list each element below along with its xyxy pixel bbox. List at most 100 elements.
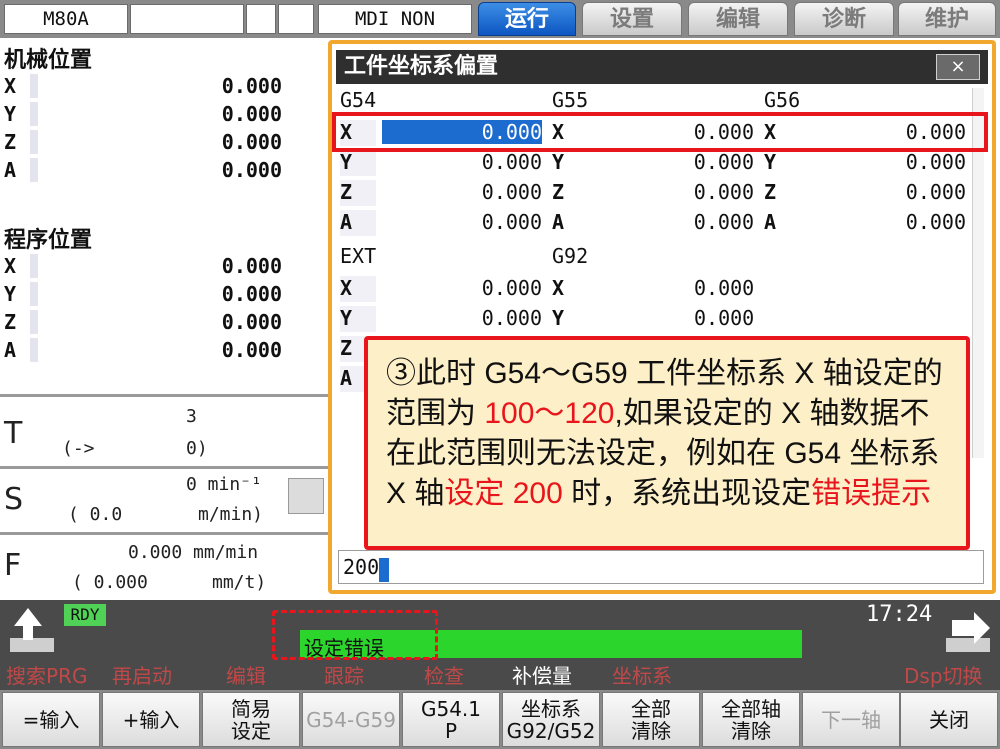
divider [0,466,328,469]
offset-axis-label: A [340,210,353,234]
group-header-g56: G56 [764,88,801,112]
tab-edit[interactable]: 编辑 [688,2,788,36]
offset-value-g56-y[interactable]: 0.000 [806,150,966,174]
offset-value-g56-z[interactable]: 0.000 [806,180,966,204]
status-cell-3 [278,4,314,34]
softkey-plus-input[interactable]: +输入 [102,692,200,747]
machine-axis-value: 0.000 [221,74,282,98]
status-bar: RDY 设定错误 17:24 [0,600,1000,662]
g92-axis-label: Y [552,306,565,330]
offset-value-g54-a[interactable]: 0.000 [382,210,542,234]
func-label-check: 检查 [424,664,464,688]
softkey-bar: =输入 +输入 简易 设定 G54-G59 G54.1 P 坐标系 G92/G5… [0,690,1000,749]
x-row-highlight [332,112,988,152]
offset-value-g55-y[interactable]: 0.000 [594,150,754,174]
offset-value-g56-a[interactable]: 0.000 [806,210,966,234]
value-input[interactable]: 200 [338,550,984,584]
axis-bar [30,254,38,278]
softkey-equal-input[interactable]: =输入 [2,692,100,747]
machine-axis-value: 0.000 [221,102,282,126]
g92-header: G92 [552,244,589,268]
softkey-coordinate-g92-g52[interactable]: 坐标系 G92/G52 [502,692,600,747]
tool-sub-right: 0) [186,438,208,459]
offset-axis-label: Z [340,180,353,204]
softkey-g54-g59[interactable]: G54-G59 [302,692,400,747]
offset-axis-label: Z [552,180,565,204]
ext-axis-label: Y [340,306,353,330]
func-label-trace: 跟踪 [324,664,364,688]
program-axis-label: X [4,254,17,278]
machine-axis-label: Y [4,102,17,126]
error-highlight [272,610,438,660]
machine-axis-label: X [4,74,17,98]
machine-position-title: 机械位置 [4,48,93,73]
program-position-title: 程序位置 [4,228,93,253]
func-label-search-prg: 搜索PRG [6,664,88,688]
tab-diagnosis[interactable]: 诊断 [794,2,894,36]
ext-header: EXT [340,244,377,268]
tool-label: T [4,416,23,451]
clock: 17:24 [866,602,933,627]
input-text: 200 [343,555,380,579]
ext-value-y[interactable]: 0.000 [382,306,542,330]
program-axis-label: A [4,338,17,362]
machine-axis-label: Z [4,130,17,154]
axis-bar [30,310,38,334]
offset-value-g55-a[interactable]: 0.000 [594,210,754,234]
close-button[interactable]: × [936,54,980,80]
spindle-meter [288,478,324,514]
annotation-callout: ③此时 G54～G59 工件坐标系 X 轴设定的范围为 100～120,如果设定… [364,336,970,550]
program-axis-label: Z [4,310,17,334]
back-arrow-icon[interactable] [8,606,56,654]
feed-label: F [4,548,22,583]
offset-axis-label: Z [764,180,777,204]
softkey-next-axis[interactable]: 下一轴 [802,692,900,747]
tab-maintenance[interactable]: 维护 [898,2,996,36]
g92-value-x: 0.000 [694,276,755,300]
offset-value-g54-y[interactable]: 0.000 [382,150,542,174]
callout-segment-setting: 设定 200 [444,477,563,510]
axis-bar [30,74,38,98]
softkey-clear-all[interactable]: 全部 清除 [602,692,700,747]
axis-bar [30,102,38,126]
ext-axis-label: Z [340,336,353,360]
mode-label: MDI NON [318,4,472,34]
func-label-coordinate: 坐标系 [612,664,672,688]
tab-run[interactable]: 运行 [478,2,576,36]
spindle-sub-left: ( 0.0 [68,504,123,525]
axis-bar [30,338,38,362]
machine-axis-label: A [4,158,17,182]
group-header-g54: G54 [340,88,377,112]
spindle-label: S [4,482,24,517]
func-label-restart: 再启动 [112,664,172,688]
axis-bar [30,282,38,306]
spindle-sub-right: m/min) [198,504,264,525]
callout-segment-range: 100～120 [484,397,615,430]
function-label-bar: 搜索PRG 再启动 编辑 跟踪 检查 补偿量 坐标系 Dsp切换 [0,662,1000,690]
func-label-dsp-switch: Dsp切换 [904,664,983,688]
divider [0,394,328,397]
divider [0,532,328,535]
program-axis-value: 0.000 [221,310,282,334]
offset-value-g54-z[interactable]: 0.000 [382,180,542,204]
status-cell-2 [246,4,276,34]
softkey-g54-1p[interactable]: G54.1 P [402,692,500,747]
axis-bar [30,158,38,182]
ext-axis-label: A [340,366,353,390]
callout-segment: 时，系统出现设定 [562,477,812,510]
offset-axis-label: Y [552,150,565,174]
dialog-title: 工件坐标系偏置 [336,50,988,84]
softkey-easy-setup[interactable]: 简易 设定 [202,692,300,747]
tab-setup[interactable]: 设置 [582,2,682,36]
softkey-close[interactable]: 关闭 [900,692,998,747]
offset-value-g55-z[interactable]: 0.000 [594,180,754,204]
next-arrow-icon[interactable] [944,608,994,656]
func-label-offset: 补偿量 [512,664,572,688]
model-label: M80A [4,4,128,34]
machine-axis-value: 0.000 [221,130,282,154]
softkey-clear-all-axes[interactable]: 全部轴 清除 [702,692,800,747]
offset-axis-label: Y [340,150,353,174]
ext-value-x[interactable]: 0.000 [382,276,542,300]
program-axis-value: 0.000 [221,254,282,278]
offset-axis-label: A [764,210,777,234]
